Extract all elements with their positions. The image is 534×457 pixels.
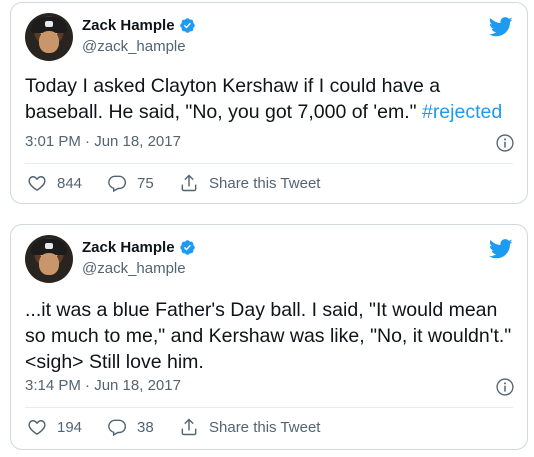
author-name-row[interactable]: Zack Hample [82,239,196,256]
reply-count: 38 [137,418,154,436]
verified-badge-icon [179,18,195,33]
tweet-text: Today I asked Clayton Kershaw if I could… [25,73,519,125]
reply-count: 75 [137,174,154,192]
face [39,253,59,275]
share-button[interactable]: Share this Tweet [179,173,320,193]
heart-icon [28,176,46,191]
author-name-row[interactable]: Zack Hample [82,17,196,34]
share-icon [181,174,197,192]
reply-bubble-icon [108,175,127,193]
info-icon[interactable] [495,377,515,397]
tweet-body: ...it was a blue Father's Day ball. I sa… [25,299,512,373]
author-handle[interactable]: @zack_hample [82,38,186,55]
share-label: Share this Tweet [209,418,321,436]
author-display-name[interactable]: Zack Hample [82,239,175,256]
tweet-body: Today I asked Clayton Kershaw if I could… [25,75,441,123]
tweet-actions: 844 75 Share this Tweet [27,173,320,193]
author-display-name[interactable]: Zack Hample [82,17,175,34]
divider [25,407,513,408]
like-count: 194 [57,418,83,436]
share-label: Share this Tweet [209,174,321,192]
tweet-actions: 194 38 Share this Tweet [27,417,320,437]
divider [25,163,513,164]
twitter-bird-icon[interactable] [489,239,513,259]
heart-icon [28,420,46,435]
verified-badge-icon [179,240,195,255]
share-button[interactable]: Share this Tweet [179,417,320,437]
tweet-timestamp[interactable]: 3:01 PM · Jun 18, 2017 [25,133,181,150]
like-button[interactable]: 194 [27,417,107,437]
tweet-card[interactable]: Zack Hample @zack_hample ...it was a blu… [10,224,528,450]
tweet-timestamp[interactable]: 3:14 PM · Jun 18, 2017 [25,377,181,394]
reply-bubble-icon [108,419,127,437]
info-icon[interactable] [495,133,515,153]
like-count: 844 [57,174,83,192]
avatar[interactable] [25,235,73,283]
like-button[interactable]: 844 [27,173,107,193]
share-icon [181,418,197,436]
twitter-bird-icon[interactable] [489,17,513,37]
reply-button[interactable]: 38 [107,417,179,437]
tweet-card[interactable]: Zack Hample @zack_hample Today I asked C… [10,2,528,204]
avatar[interactable] [25,13,73,61]
tweet-text: ...it was a blue Father's Day ball. I sa… [25,297,519,375]
author-handle[interactable]: @zack_hample [82,260,186,277]
face [39,31,59,53]
reply-button[interactable]: 75 [107,173,179,193]
hashtag-link[interactable]: #rejected [422,101,502,123]
